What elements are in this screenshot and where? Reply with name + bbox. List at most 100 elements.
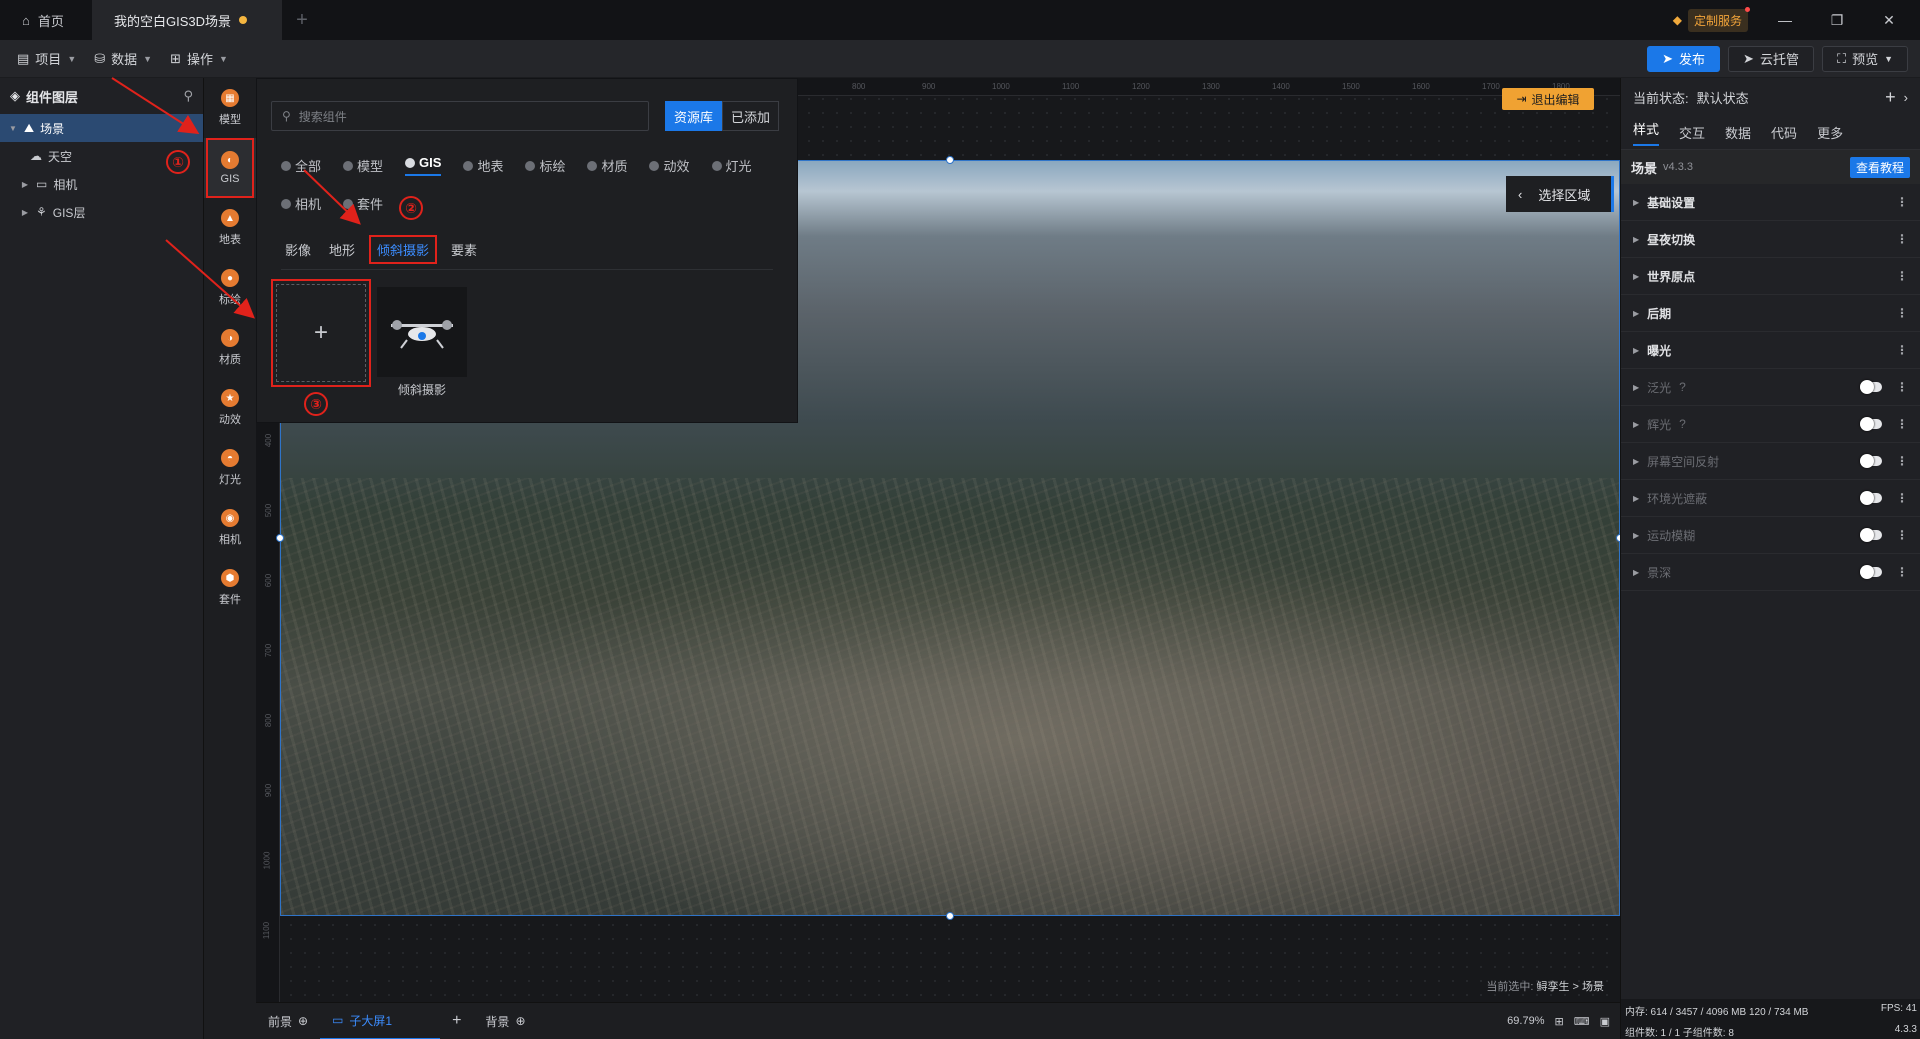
comp-model[interactable]: ▦ 模型 xyxy=(204,78,256,138)
add-state-button[interactable]: + xyxy=(1885,87,1896,108)
custom-service-button[interactable]: ◆ 定制服务 xyxy=(1665,6,1756,32)
category-effect[interactable]: 动效 xyxy=(649,155,690,176)
section-motion-blur[interactable]: ▶ 运动模糊 ⋮ xyxy=(1621,517,1920,554)
section-day-night[interactable]: ▶ 昼夜切换 ⋮ xyxy=(1621,221,1920,258)
tree-item-gis-layer[interactable]: ▶ ⚘ GIS层 xyxy=(0,198,203,226)
comp-effect[interactable]: ★ 动效 xyxy=(204,378,256,438)
zoom-level[interactable]: 69.79% xyxy=(1507,1015,1544,1027)
exit-edit-button[interactable]: ⇥ 退出编辑 xyxy=(1502,88,1594,110)
category-light[interactable]: 灯光 xyxy=(711,155,752,176)
category-kit[interactable]: 套件 xyxy=(343,194,383,213)
section-ssr[interactable]: ▶ 屏幕空间反射 ⋮ xyxy=(1621,443,1920,480)
library-button[interactable]: 资源库 xyxy=(665,101,723,131)
add-screen-button[interactable]: + xyxy=(440,1003,473,1039)
caret-right-icon[interactable]: ▶ xyxy=(20,208,30,217)
category-all[interactable]: 全部 xyxy=(281,155,321,176)
resize-handle[interactable] xyxy=(946,912,954,920)
publish-button[interactable]: ➤ 发布 xyxy=(1647,45,1721,72)
search-icon[interactable]: ⚲ xyxy=(183,88,193,104)
tree-item-scene[interactable]: ▼ ⛰ 场景 xyxy=(0,114,203,142)
more-vertical-icon[interactable]: ⋮ xyxy=(1896,232,1908,246)
added-button[interactable]: 已添加 xyxy=(722,101,780,131)
add-circle-icon[interactable]: ⊕ xyxy=(515,1014,525,1028)
category-material[interactable]: 材质 xyxy=(587,155,627,176)
caret-down-icon[interactable]: ▼ xyxy=(8,124,18,133)
more-vertical-icon[interactable]: ⋮ xyxy=(1896,528,1908,542)
subtab-imagery[interactable]: 影像 xyxy=(281,236,315,263)
motion-blur-toggle[interactable] xyxy=(1860,528,1882,542)
section-glow[interactable]: ▶ 辉光? ⋮ xyxy=(1621,406,1920,443)
tab-foreground[interactable]: 前景 ⊕ xyxy=(256,1003,320,1039)
fit-screen-icon[interactable]: ⊞ xyxy=(1554,1015,1563,1028)
more-vertical-icon[interactable]: ⋮ xyxy=(1896,417,1908,431)
menu-operation[interactable]: ⊞ 操作 ▼ xyxy=(161,49,237,68)
comp-surface[interactable]: ▲ 地表 xyxy=(204,198,256,258)
section-bloom[interactable]: ▶ 泛光? ⋮ xyxy=(1621,369,1920,406)
menu-data[interactable]: ⛁ 数据 ▼ xyxy=(85,49,161,68)
tab-home[interactable]: ⌂ 首页 xyxy=(0,0,92,40)
state-selector[interactable]: 当前状态: 默认状态 + › xyxy=(1621,78,1920,116)
section-post-processing[interactable]: ▶ 后期 ⋮ xyxy=(1621,295,1920,332)
more-vertical-icon[interactable]: ⋮ xyxy=(1896,491,1908,505)
comp-kit[interactable]: ⬢ 套件 xyxy=(204,558,256,618)
more-vertical-icon[interactable]: ⋮ xyxy=(1896,565,1908,579)
menu-project[interactable]: ▤ 项目 ▼ xyxy=(8,49,85,68)
add-circle-icon[interactable]: ⊕ xyxy=(298,1014,308,1028)
ao-toggle[interactable] xyxy=(1860,491,1882,505)
comp-light[interactable]: ◓ 灯光 xyxy=(204,438,256,498)
add-resource-tile[interactable]: + xyxy=(271,279,371,387)
section-basic-settings[interactable]: ▶ 基础设置 ⋮ xyxy=(1621,184,1920,221)
help-icon[interactable]: ? xyxy=(1679,380,1686,394)
category-marker[interactable]: 标绘 xyxy=(525,155,565,176)
chevron-right-icon[interactable]: › xyxy=(1904,90,1908,105)
subtab-oblique-photography[interactable]: 倾斜摄影 xyxy=(369,235,438,264)
tab-interaction[interactable]: 交互 xyxy=(1679,123,1705,142)
comp-camera[interactable]: ◉ 相机 xyxy=(204,498,256,558)
add-tab-button[interactable]: + xyxy=(282,0,322,40)
oblique-photography-tile[interactable] xyxy=(377,287,467,377)
restore-button[interactable]: ❐ xyxy=(1814,0,1860,40)
tutorial-button[interactable]: 查看教程 xyxy=(1849,156,1910,178)
cloud-hosting-button[interactable]: ➤ 云托管 xyxy=(1728,45,1814,72)
tab-more[interactable]: 更多 xyxy=(1817,123,1843,142)
terminal-icon[interactable]: ▣ xyxy=(1600,1015,1610,1028)
tab-style[interactable]: 样式 xyxy=(1633,119,1660,146)
minimize-button[interactable]: — xyxy=(1762,0,1808,40)
category-camera[interactable]: 相机 xyxy=(281,194,321,213)
resize-handle[interactable] xyxy=(946,156,954,164)
keyboard-icon[interactable]: ⌨ xyxy=(1574,1015,1590,1028)
resize-handle[interactable] xyxy=(276,534,284,542)
section-exposure[interactable]: ▶ 曝光 ⋮ xyxy=(1621,332,1920,369)
category-model[interactable]: 模型 xyxy=(343,155,383,176)
dof-toggle[interactable] xyxy=(1860,565,1882,579)
section-world-origin[interactable]: ▶ 世界原点 ⋮ xyxy=(1621,258,1920,295)
subtab-terrain[interactable]: 地形 xyxy=(325,236,359,263)
tab-data[interactable]: 数据 xyxy=(1725,123,1751,142)
comp-marker[interactable]: ● 标绘 xyxy=(204,258,256,318)
subtab-features[interactable]: 要素 xyxy=(447,236,481,263)
category-gis[interactable]: GIS xyxy=(405,155,442,176)
help-icon[interactable]: ? xyxy=(1679,417,1686,431)
more-vertical-icon[interactable]: ⋮ xyxy=(1896,454,1908,468)
select-region-button[interactable]: ‹ 选择区域 xyxy=(1506,176,1614,212)
comp-material[interactable]: ◑ 材质 xyxy=(204,318,256,378)
category-surface[interactable]: 地表 xyxy=(463,155,503,176)
section-depth-of-field[interactable]: ▶ 景深 ⋮ xyxy=(1621,554,1920,591)
tree-item-camera[interactable]: ▶ ▭ 相机 xyxy=(0,170,203,198)
search-input[interactable]: ⚲ 搜索组件 xyxy=(271,101,649,131)
glow-toggle[interactable] xyxy=(1860,417,1882,431)
more-vertical-icon[interactable]: ⋮ xyxy=(1896,306,1908,320)
more-vertical-icon[interactable]: ⋮ xyxy=(1896,269,1908,283)
more-vertical-icon[interactable]: ⋮ xyxy=(1896,380,1908,394)
caret-right-icon[interactable]: ▶ xyxy=(20,180,30,189)
close-button[interactable]: ✕ xyxy=(1866,0,1912,40)
bloom-toggle[interactable] xyxy=(1860,380,1882,394)
tab-background[interactable]: 背景 ⊕ xyxy=(473,1003,537,1039)
more-vertical-icon[interactable]: ⋮ xyxy=(1896,343,1908,357)
ssr-toggle[interactable] xyxy=(1860,454,1882,468)
tab-child-screen[interactable]: ▭ 子大屏1 xyxy=(320,1003,441,1039)
tab-code[interactable]: 代码 xyxy=(1771,123,1797,142)
tab-scene[interactable]: 我的空白GIS3D场景 xyxy=(92,0,282,40)
section-ambient-occlusion[interactable]: ▶ 环境光遮蔽 ⋮ xyxy=(1621,480,1920,517)
preview-button[interactable]: ⛶ 预览 ▼ xyxy=(1821,45,1908,72)
